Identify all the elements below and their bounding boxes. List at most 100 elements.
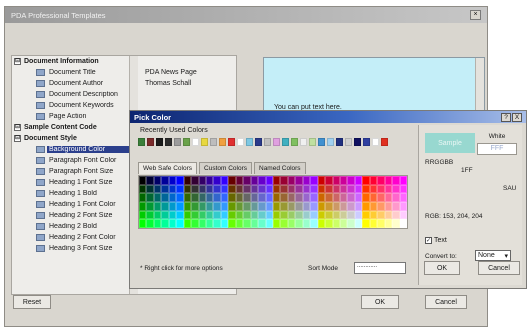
color-cell[interactable] <box>302 193 311 202</box>
color-cell[interactable] <box>220 176 229 185</box>
color-cell[interactable] <box>161 176 169 185</box>
color-cell[interactable] <box>317 184 326 194</box>
color-cell[interactable] <box>183 184 192 194</box>
color-cell[interactable] <box>139 210 147 220</box>
color-cell[interactable] <box>213 193 221 202</box>
recent-color-swatch[interactable] <box>318 138 325 146</box>
recent-color-swatch[interactable] <box>246 138 253 146</box>
recent-color-swatch[interactable] <box>381 138 388 146</box>
color-cell[interactable] <box>168 210 177 220</box>
color-cell[interactable] <box>161 184 169 194</box>
color-cell[interactable] <box>273 210 281 220</box>
color-cell[interactable] <box>220 193 229 202</box>
recent-color-swatch[interactable] <box>372 138 379 146</box>
color-cell[interactable] <box>265 193 273 202</box>
recent-color-swatch[interactable] <box>282 138 289 146</box>
recent-color-swatch[interactable] <box>174 138 181 146</box>
window-close-button[interactable]: × <box>470 10 481 20</box>
color-cell[interactable] <box>369 176 378 185</box>
color-cell[interactable] <box>273 184 281 194</box>
color-cell[interactable] <box>243 202 251 211</box>
web-safe-color-grid[interactable] <box>138 175 408 229</box>
color-cell[interactable] <box>317 219 326 228</box>
color-cell[interactable] <box>176 210 184 220</box>
preview-scrollbar[interactable] <box>475 58 484 116</box>
color-cell[interactable] <box>139 219 147 228</box>
color-cell[interactable] <box>265 184 273 194</box>
color-cell[interactable] <box>198 219 206 228</box>
color-cell[interactable] <box>302 184 311 194</box>
color-cell[interactable] <box>295 219 303 228</box>
color-cell[interactable] <box>295 210 303 220</box>
color-cell[interactable] <box>153 219 162 228</box>
color-cell[interactable] <box>295 184 303 194</box>
color-cell[interactable] <box>243 193 251 202</box>
color-cell[interactable] <box>161 202 169 211</box>
color-cell[interactable] <box>191 184 199 194</box>
color-cell[interactable] <box>191 193 199 202</box>
color-cell[interactable] <box>191 210 199 220</box>
color-cell[interactable] <box>280 210 288 220</box>
dialog-close-button[interactable]: X <box>512 112 522 122</box>
color-cell[interactable] <box>354 202 363 211</box>
color-cell[interactable] <box>317 193 326 202</box>
color-cell[interactable] <box>310 184 318 194</box>
color-cell[interactable] <box>317 202 326 211</box>
convert-to-select[interactable]: None ▾ <box>475 250 511 261</box>
color-cell[interactable] <box>377 219 385 228</box>
color-cell[interactable] <box>235 210 244 220</box>
color-cell[interactable] <box>168 176 177 185</box>
color-cell[interactable] <box>362 184 370 194</box>
color-cell[interactable] <box>384 210 393 220</box>
color-cell[interactable] <box>332 210 340 220</box>
color-cell[interactable] <box>206 193 214 202</box>
cancel-button[interactable]: Cancel <box>425 295 467 309</box>
color-cell[interactable] <box>243 210 251 220</box>
picker-cancel-button[interactable]: Cancel <box>478 261 520 275</box>
color-cell[interactable] <box>258 193 266 202</box>
color-cell[interactable] <box>399 184 407 194</box>
color-cell[interactable] <box>235 202 244 211</box>
color-cell[interactable] <box>399 219 407 228</box>
color-cell[interactable] <box>168 184 177 194</box>
color-cell[interactable] <box>340 193 348 202</box>
color-cell[interactable] <box>146 219 154 228</box>
color-cell[interactable] <box>280 219 288 228</box>
color-cell[interactable] <box>310 219 318 228</box>
color-cell[interactable] <box>362 219 370 228</box>
color-cell[interactable] <box>340 184 348 194</box>
color-cell[interactable] <box>265 176 273 185</box>
tree-group-document-information[interactable]: ⊟ Document Information <box>12 56 236 67</box>
color-cell[interactable] <box>325 202 333 211</box>
color-cell[interactable] <box>198 193 206 202</box>
collapse-icon[interactable]: ⊟ <box>14 124 21 131</box>
color-cell[interactable] <box>332 176 340 185</box>
color-cell[interactable] <box>220 184 229 194</box>
color-cell[interactable] <box>258 219 266 228</box>
color-cell[interactable] <box>228 193 236 202</box>
color-cell[interactable] <box>310 193 318 202</box>
recent-color-swatch[interactable] <box>165 138 172 146</box>
reset-button[interactable]: Reset <box>13 295 51 309</box>
color-cell[interactable] <box>213 210 221 220</box>
recent-color-swatch[interactable] <box>363 138 370 146</box>
color-cell[interactable] <box>295 176 303 185</box>
color-cell[interactable] <box>325 193 333 202</box>
recent-color-swatch[interactable] <box>201 138 208 146</box>
color-cell[interactable] <box>384 202 393 211</box>
color-cell[interactable] <box>287 202 296 211</box>
recent-color-swatch[interactable] <box>291 138 298 146</box>
color-cell[interactable] <box>399 176 407 185</box>
color-cell[interactable] <box>176 202 184 211</box>
color-cell[interactable] <box>191 219 199 228</box>
color-cell[interactable] <box>325 184 333 194</box>
color-cell[interactable] <box>280 184 288 194</box>
color-cell[interactable] <box>310 176 318 185</box>
color-cell[interactable] <box>325 210 333 220</box>
color-cell[interactable] <box>325 176 333 185</box>
color-cell[interactable] <box>153 193 162 202</box>
color-cell[interactable] <box>347 210 355 220</box>
color-cell[interactable] <box>354 219 363 228</box>
color-cell[interactable] <box>220 202 229 211</box>
color-cell[interactable] <box>139 176 147 185</box>
